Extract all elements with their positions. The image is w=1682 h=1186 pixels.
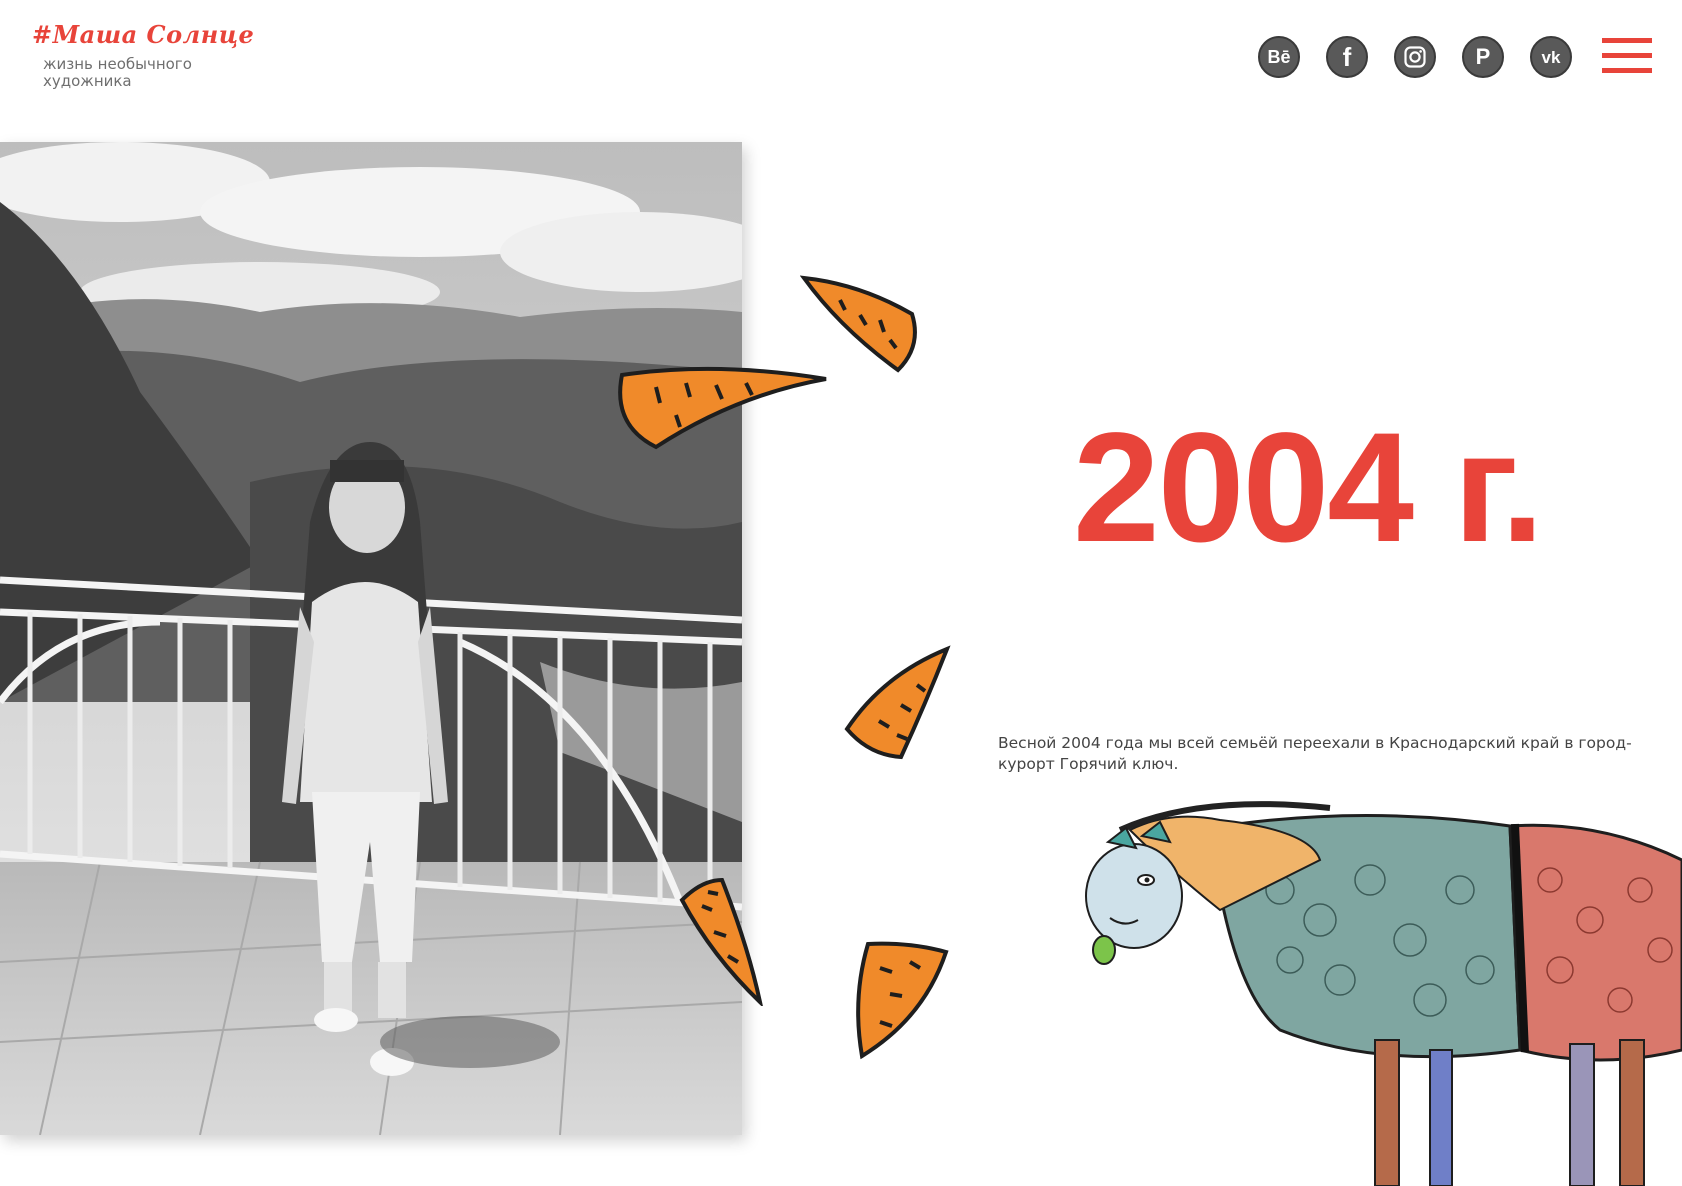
- menu-bar: [1602, 53, 1652, 58]
- behance-link[interactable]: Bē: [1258, 36, 1300, 78]
- family-photo: [0, 142, 742, 1135]
- logo[interactable]: #Маша Солнце жизнь необычного художника: [32, 20, 254, 95]
- facebook-link[interactable]: f: [1326, 36, 1368, 78]
- pinterest-link[interactable]: P: [1462, 36, 1504, 78]
- social-links: Bē f P vk: [1258, 36, 1572, 78]
- carrot-icon: [618, 366, 827, 450]
- story-text: Весной 2004 года мы всей семьёй переехал…: [998, 734, 1632, 773]
- logo-title: #Маша Солнце: [32, 20, 255, 49]
- hamburger-menu-button[interactable]: [1602, 38, 1652, 74]
- menu-bar: [1602, 38, 1652, 43]
- year-heading: 2004 г.: [1073, 401, 1544, 575]
- instagram-link[interactable]: [1394, 36, 1436, 78]
- carrot-icon: [856, 941, 949, 1060]
- animal-drawing: [1085, 801, 1682, 1186]
- carrot-icon: [679, 877, 763, 1006]
- pinterest-icon: P: [1475, 44, 1491, 69]
- facebook-icon: f: [1342, 42, 1352, 72]
- instagram-icon: [1404, 46, 1426, 68]
- behance-icon: Bē: [1267, 47, 1291, 67]
- vk-icon: vk: [1541, 47, 1561, 67]
- logo-subtitle: жизнь необычного художника: [43, 55, 192, 90]
- vk-link[interactable]: vk: [1530, 36, 1572, 78]
- menu-bar: [1602, 68, 1652, 73]
- carrot-icon: [844, 645, 951, 760]
